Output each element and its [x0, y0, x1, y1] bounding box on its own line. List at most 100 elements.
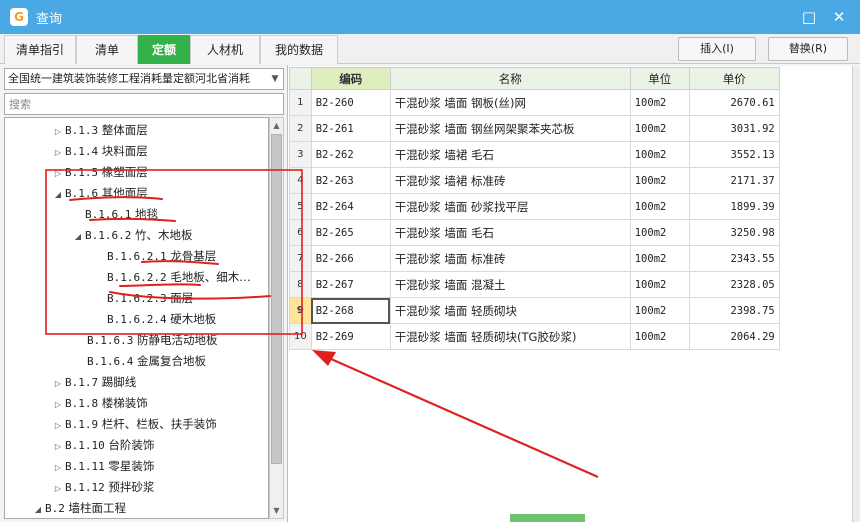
collapse-arrow-icon[interactable]: ◢ [31, 499, 45, 518]
cell-unit[interactable]: 100m2 [629, 271, 690, 298]
tree-scrollbar[interactable]: ▲ ▼ [269, 117, 284, 519]
expand-arrow-icon[interactable]: ▷ [51, 373, 65, 394]
cell-unit[interactable]: 100m2 [629, 219, 690, 246]
expand-arrow-icon[interactable]: ▷ [51, 436, 65, 457]
tree-item[interactable]: B.1.6.2.1 龙骨基层 [107, 246, 216, 267]
column-header-price[interactable]: 单价 [688, 67, 780, 90]
cell-price[interactable]: 3031.92 [688, 115, 780, 142]
tree-item[interactable]: ▷ B.1.8 楼梯装饰 [51, 393, 148, 414]
column-header-code[interactable]: 编码 [310, 67, 391, 90]
tree-item[interactable]: B.1.6.2.4 硬木地板 [107, 309, 216, 330]
cell-unit[interactable]: 100m2 [629, 167, 690, 194]
tree-item[interactable]: ▷ B.1.5 橡塑面层 [51, 162, 148, 183]
tree-item[interactable]: B.1.6.4 金属复合地板 [87, 351, 206, 372]
table-row[interactable]: 3 B2-262 干混砂浆 墙裙 毛石 100m2 3552.13 [289, 141, 780, 168]
tree-item[interactable]: ▷ B.1.7 踢脚线 [51, 372, 136, 393]
cell-name[interactable]: 干混砂浆 墙面 钢板(丝)网 [389, 89, 631, 116]
bottom-resize-handle[interactable] [510, 514, 585, 522]
chevron-down-icon[interactable]: ▼ [267, 69, 283, 89]
cell-price[interactable]: 3552.13 [688, 141, 780, 168]
cell-price[interactable]: 2328.05 [688, 271, 780, 298]
expand-arrow-icon[interactable]: ▷ [51, 478, 65, 499]
maximize-button[interactable]: □ [794, 0, 824, 34]
cell-unit[interactable]: 100m2 [629, 193, 690, 220]
close-button[interactable]: ✕ [824, 0, 854, 34]
tree-item[interactable]: ▷ B.1.11 零星装饰 [51, 456, 154, 477]
cell-price[interactable]: 2343.55 [688, 245, 780, 272]
tree-item[interactable]: ▷ B.1.3 整体面层 [51, 120, 148, 141]
cell-code[interactable]: B2-267 [310, 271, 391, 298]
scroll-up-icon[interactable]: ▲ [270, 118, 283, 133]
cell-code[interactable]: B2-260 [310, 89, 391, 116]
table-row[interactable]: 8 B2-267 干混砂浆 墙面 混凝土 100m2 2328.05 [289, 271, 780, 298]
cell-name[interactable]: 干混砂浆 墙面 轻质砌块(TG胶砂浆) [389, 323, 631, 350]
cell-name[interactable]: 干混砂浆 墙面 标准砖 [389, 245, 631, 272]
column-header-unit[interactable]: 单位 [629, 67, 690, 90]
cell-code[interactable]: B2-262 [310, 141, 391, 168]
tree-item[interactable]: B.1.6.2.3 面层 [107, 288, 193, 309]
cell-name[interactable]: 干混砂浆 墙面 钢丝网架聚苯夹芯板 [389, 115, 631, 142]
cell-price[interactable]: 2398.75 [688, 297, 780, 324]
tab-quota[interactable]: 定额 [138, 35, 190, 64]
tree-item[interactable]: B.1.6.3 防静电活动地板 [87, 330, 218, 351]
tree-item[interactable]: ◢ B.2 墙柱面工程 [31, 498, 126, 518]
table-row[interactable]: 1 B2-260 干混砂浆 墙面 钢板(丝)网 100m2 2670.61 [289, 89, 780, 116]
cell-name[interactable]: 干混砂浆 墙面 混凝土 [389, 271, 631, 298]
cell-name[interactable]: 干混砂浆 墙裙 标准砖 [389, 167, 631, 194]
table-row[interactable]: 6 B2-265 干混砂浆 墙面 毛石 100m2 3250.98 [289, 219, 780, 246]
collapse-arrow-icon[interactable]: ◢ [51, 184, 65, 205]
cell-price[interactable]: 1899.39 [688, 193, 780, 220]
table-row[interactable]: 10 B2-269 干混砂浆 墙面 轻质砌块(TG胶砂浆) 100m2 2064… [289, 323, 780, 350]
table-row[interactable]: 5 B2-264 干混砂浆 墙面 砂浆找平层 100m2 1899.39 [289, 193, 780, 220]
cell-price[interactable]: 3250.98 [688, 219, 780, 246]
table-row-selected[interactable]: 9 B2-268 干混砂浆 墙面 轻质砌块 100m2 2398.75 [289, 297, 780, 324]
cell-unit[interactable]: 100m2 [629, 297, 690, 324]
cell-code[interactable]: B2-264 [310, 193, 391, 220]
cell-code[interactable]: B2-263 [310, 167, 391, 194]
cell-price[interactable]: 2064.29 [688, 323, 780, 350]
cell-code[interactable]: B2-266 [310, 245, 391, 272]
cell-code[interactable]: B2-268 [310, 297, 391, 324]
grid-scrollbar[interactable] [852, 66, 860, 522]
tree-item[interactable]: ◢ B.1.6 其他面层 [51, 183, 148, 204]
scrollbar-thumb[interactable] [271, 134, 282, 464]
tree-item[interactable]: ▷ B.1.12 预拌砂浆 [51, 477, 154, 498]
scroll-down-icon[interactable]: ▼ [270, 503, 283, 518]
search-input[interactable] [4, 93, 284, 115]
expand-arrow-icon[interactable]: ▷ [51, 142, 65, 163]
expand-arrow-icon[interactable]: ▷ [51, 163, 65, 184]
cell-unit[interactable]: 100m2 [629, 115, 690, 142]
tree-item[interactable]: ▷ B.1.9 栏杆、栏板、扶手装饰 [51, 414, 217, 435]
replace-button[interactable]: 替换(R) [768, 37, 848, 61]
expand-arrow-icon[interactable]: ▷ [51, 415, 65, 436]
table-row[interactable]: 4 B2-263 干混砂浆 墙裙 标准砖 100m2 2171.37 [289, 167, 780, 194]
expand-arrow-icon[interactable]: ▷ [51, 457, 65, 478]
tree-item[interactable]: B.1.6.2.2 毛地板、细木… [107, 267, 251, 288]
cell-unit[interactable]: 100m2 [629, 245, 690, 272]
cell-unit[interactable]: 100m2 [629, 89, 690, 116]
cell-code[interactable]: B2-265 [310, 219, 391, 246]
table-row[interactable]: 2 B2-261 干混砂浆 墙面 钢丝网架聚苯夹芯板 100m2 3031.92 [289, 115, 780, 142]
cell-unit[interactable]: 100m2 [629, 141, 690, 168]
table-row[interactable]: 7 B2-266 干混砂浆 墙面 标准砖 100m2 2343.55 [289, 245, 780, 272]
cell-name[interactable]: 干混砂浆 墙面 砂浆找平层 [389, 193, 631, 220]
column-header-name[interactable]: 名称 [389, 67, 631, 90]
tab-bill-guide[interactable]: 清单指引 [4, 35, 76, 64]
cell-name[interactable]: 干混砂浆 墙面 毛石 [389, 219, 631, 246]
cell-name[interactable]: 干混砂浆 墙面 轻质砌块 [389, 297, 631, 324]
tree-item[interactable]: ◢ B.1.6.2 竹、木地板 [71, 225, 193, 246]
tree-item[interactable]: ▷ B.1.4 块料面层 [51, 141, 148, 162]
tab-my-data[interactable]: 我的数据 [260, 35, 338, 64]
tab-bill[interactable]: 清单 [76, 35, 138, 64]
tree-item[interactable]: B.1.6.1 地毯 [85, 204, 158, 225]
cell-price[interactable]: 2171.37 [688, 167, 780, 194]
cell-code[interactable]: B2-261 [310, 115, 391, 142]
expand-arrow-icon[interactable]: ▷ [51, 394, 65, 415]
cell-name[interactable]: 干混砂浆 墙裙 毛石 [389, 141, 631, 168]
insert-button[interactable]: 插入(I) [678, 37, 756, 61]
quota-library-select[interactable]: 全国统一建筑装饰装修工程消耗量定额河北省消耗 ▼ [4, 68, 284, 90]
tree-item[interactable]: ▷ B.1.10 台阶装饰 [51, 435, 154, 456]
cell-code[interactable]: B2-269 [310, 323, 391, 350]
cell-price[interactable]: 2670.61 [688, 89, 780, 116]
tab-labor-material-machine[interactable]: 人材机 [190, 35, 260, 64]
